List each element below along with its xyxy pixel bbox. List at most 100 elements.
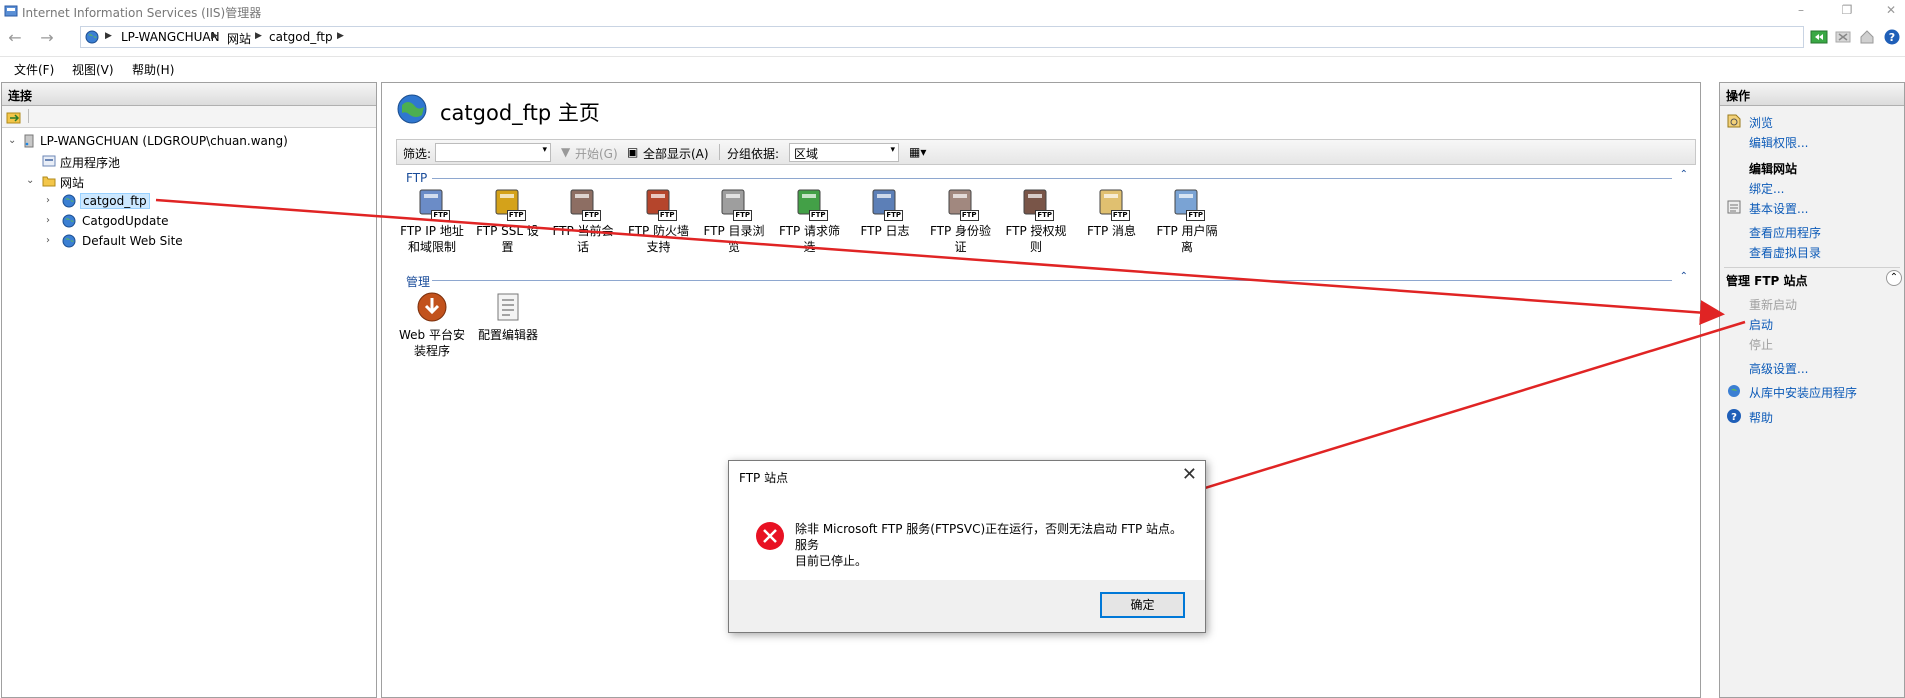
ftp-badge: FTP	[733, 210, 752, 221]
globe-icon	[85, 30, 99, 44]
feature-ftp-6[interactable]: FTP FTP 日志	[849, 187, 921, 239]
group-manage-ftp-site: 管理 FTP 站点	[1726, 274, 1808, 288]
feature-label: 支持	[646, 240, 671, 254]
feature-ftp-9[interactable]: FTP FTP 消息	[1076, 187, 1148, 239]
show-all-icon: ▣	[627, 145, 639, 159]
ok-button[interactable]: 确定	[1100, 592, 1185, 618]
feature-ftp-10[interactable]: FTP FTP 用户隔离	[1151, 187, 1223, 255]
configuration-editor-icon	[497, 293, 519, 321]
chevron-up-icon[interactable]: ⌃	[1680, 169, 1688, 180]
breadcrumb-separator-icon: ▶	[211, 31, 218, 41]
action-advanced-settings[interactable]: 高级设置...	[1749, 360, 1808, 377]
feature-ftp-5[interactable]: FTP FTP 请求筛选	[774, 187, 846, 255]
chevron-right-icon[interactable]: ›	[46, 235, 50, 246]
feature-label: FTP 防火墙	[627, 224, 690, 238]
feature-ftp-3[interactable]: FTP FTP 防火墙 支持	[623, 187, 695, 255]
tree-app-pools[interactable]: 应用程序池	[60, 154, 120, 171]
address-bar[interactable]: ▶ LP-WANGCHUAN ▶ 网站 ▶ catgod_ftp ▶	[80, 26, 1804, 48]
ftp-feature-icon: FTP	[794, 187, 828, 221]
chevron-down-icon[interactable]: ⌄	[8, 135, 16, 146]
breadcrumb-separator-icon: ▶	[255, 31, 262, 41]
feature-ftp-0[interactable]: FTP FTP IP 地址 和域限制	[396, 187, 468, 255]
minimize-button[interactable]: –	[1790, 2, 1812, 18]
page-title-text: catgod_ftp 主页	[440, 101, 600, 125]
chevron-right-icon[interactable]: ›	[46, 195, 50, 206]
feature-label: 证	[954, 240, 967, 254]
breadcrumb-site[interactable]: catgod_ftp	[269, 30, 333, 44]
chevron-up-icon[interactable]: ⌃	[1680, 271, 1688, 282]
action-bindings[interactable]: 绑定...	[1749, 180, 1784, 197]
action-install-from-gallery[interactable]: 从库中安装应用程序	[1749, 384, 1857, 401]
feature-ftp-2[interactable]: FTP FTP 当前会话	[547, 187, 619, 255]
tree-server[interactable]: LP-WANGCHUAN (LDGROUP\chuan.wang)	[40, 134, 288, 148]
tree-site-default[interactable]: Default Web Site	[82, 234, 183, 248]
help-icon[interactable]: ?	[1883, 28, 1901, 46]
feature-ftp-1[interactable]: FTP FTP SSL 设置	[472, 187, 544, 255]
collapse-chevron-up-icon[interactable]: ⌃	[1886, 270, 1902, 286]
help-icon: ?	[1727, 409, 1741, 423]
basic-settings-icon	[1727, 200, 1741, 214]
group-edit-site: 编辑网站	[1749, 162, 1798, 176]
menu-bar: 文件(F) 视图(V) 帮助(H)	[0, 56, 1905, 80]
view-mode-icon[interactable]: ▦▾	[909, 145, 926, 159]
svg-text:?: ?	[1889, 31, 1895, 44]
connections-header: 连接	[2, 83, 376, 106]
section-label-ftp: FTP	[406, 171, 428, 185]
feature-label: 选	[803, 240, 816, 254]
breadcrumb-sites[interactable]: 网站	[227, 30, 251, 47]
app-pool-icon	[42, 155, 56, 167]
action-basic-settings[interactable]: 基本设置...	[1749, 200, 1808, 217]
tree-sites[interactable]: 网站	[60, 174, 84, 191]
show-all-button[interactable]: 全部显示(A)	[643, 145, 709, 162]
start-filter-button[interactable]: 开始(G)	[575, 145, 618, 162]
svg-text:?: ?	[1731, 412, 1737, 423]
toolbar-divider	[719, 144, 720, 160]
section-divider	[1724, 267, 1900, 268]
action-view-virtual-dirs[interactable]: 查看虚拟目录	[1749, 244, 1821, 261]
restore-button[interactable]: ❐	[1836, 2, 1858, 18]
title-bar: Internet Information Services (IIS)管理器 –…	[0, 0, 1905, 22]
action-browse[interactable]: 浏览	[1749, 114, 1773, 131]
ftp-badge: FTP	[506, 210, 526, 221]
browse-icon	[1727, 114, 1741, 128]
action-help[interactable]: 帮助	[1749, 409, 1773, 426]
tree-site-catgod-ftp[interactable]: catgod_ftp	[80, 193, 150, 209]
action-start[interactable]: 启动	[1749, 316, 1773, 333]
chevron-right-icon[interactable]: ›	[46, 215, 50, 226]
action-edit-permissions[interactable]: 编辑权限...	[1749, 134, 1808, 151]
back-arrow-icon[interactable]: ←	[4, 28, 26, 48]
connections-toolbar	[2, 106, 376, 128]
ftp-feature-icon: FTP	[492, 187, 526, 221]
feature-ftp-4[interactable]: FTP FTP 目录浏览	[698, 187, 770, 255]
forward-arrow-icon[interactable]: →	[36, 28, 58, 48]
menu-help[interactable]: 帮助(H)	[132, 61, 174, 78]
section-divider	[432, 280, 1672, 281]
dialog-close-icon[interactable]: ✕	[1182, 464, 1197, 485]
dialog-title: FTP 站点	[739, 471, 789, 485]
section-header-ftp[interactable]: FTP ⌃	[406, 169, 1688, 185]
connect-icon[interactable]	[6, 109, 22, 125]
feature-label: FTP 日志	[860, 224, 910, 238]
feature-ftp-7[interactable]: FTP FTP 身份验证	[925, 187, 997, 255]
close-button[interactable]: ✕	[1880, 2, 1902, 18]
stop-icon[interactable]	[1834, 28, 1852, 46]
filter-bar: 筛选: ▾ ▼ 开始(G) ▣ 全部显示(A) 分组依据: 区域 ▾ ▦▾	[396, 139, 1696, 165]
tree-site-catgodupdate[interactable]: CatgodUpdate	[82, 214, 168, 228]
action-view-applications[interactable]: 查看应用程序	[1749, 224, 1821, 241]
section-header-management[interactable]: 管理 ⌃	[406, 271, 1688, 289]
breadcrumb-server[interactable]: LP-WANGCHUAN	[121, 30, 220, 44]
menu-file[interactable]: 文件(F)	[14, 61, 54, 78]
feature-web-platform-installer[interactable]: Web 平台安 装程序	[396, 291, 468, 359]
web-platform-installer-icon	[417, 292, 447, 322]
group-by-select[interactable]: 区域 ▾	[789, 143, 899, 162]
connections-panel: 连接 ⌄ LP-WANGCHUAN (LDGROUP\chuan.wang) 应…	[1, 82, 377, 698]
feature-configuration-editor[interactable]: 配置编辑器	[472, 291, 544, 343]
chevron-down-icon[interactable]: ⌄	[26, 175, 34, 186]
filter-input[interactable]: ▾	[435, 143, 551, 162]
ftp-badge: FTP	[808, 210, 828, 221]
feature-ftp-8[interactable]: FTP FTP 授权规则	[1000, 187, 1072, 255]
refresh-icon[interactable]	[1810, 28, 1828, 46]
action-restart: 重新启动	[1749, 298, 1798, 312]
home-icon[interactable]	[1858, 28, 1876, 46]
menu-view[interactable]: 视图(V)	[72, 61, 114, 78]
